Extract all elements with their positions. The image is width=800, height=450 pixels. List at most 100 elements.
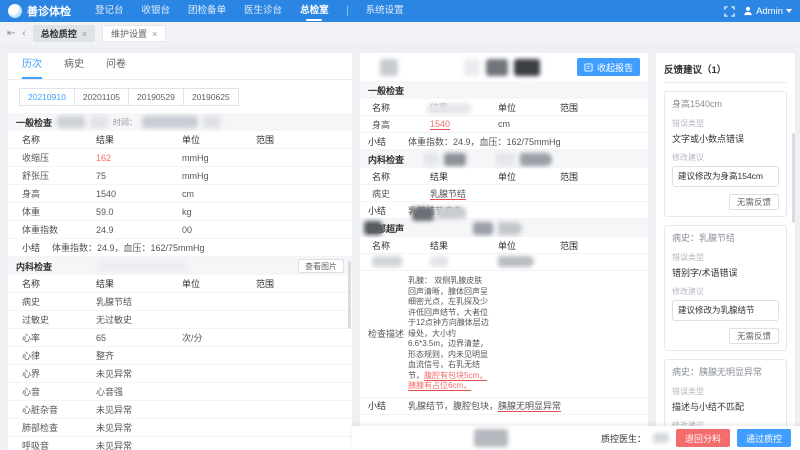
summary-text: 体重指数：24.9，血压：162/75mmHg bbox=[52, 241, 205, 254]
col-unit: 单位 bbox=[182, 133, 256, 146]
feedback-target: 病史：乳腺节结 bbox=[672, 233, 779, 244]
redacted-blob bbox=[423, 153, 439, 166]
exam-description-row: 检查描述 乳腺： 双侧乳腺皮肤回声清晰，腺体回声呈细密光点，左乳探及少许低回声结… bbox=[360, 271, 648, 398]
nav-item[interactable]: 医生诊台 bbox=[244, 0, 282, 22]
ultrasound-summary-row: 小结 乳腺结节，腹腔包块，胰腺无明显异常 bbox=[360, 398, 648, 415]
app-title: 善诊体检 bbox=[27, 3, 71, 19]
history-tab[interactable]: 病史 bbox=[64, 53, 84, 79]
nav-item[interactable]: 团检备单 bbox=[188, 0, 226, 22]
table-header-row: 名称 结果 单位 范围 bbox=[8, 275, 352, 293]
table-header-row: 名称 结果 单位 范围 bbox=[8, 131, 352, 149]
exam-date-chip[interactable]: 20210910 bbox=[19, 88, 75, 106]
exam-date-chip[interactable]: 20190529 bbox=[128, 88, 184, 106]
suggestion-textarea[interactable]: 建议修改为乳腺结节 bbox=[672, 300, 779, 321]
redacted-blob bbox=[436, 207, 466, 219]
nav-item[interactable]: 总检室 bbox=[300, 0, 329, 22]
table-header-row: 名称 结果 单位 范围 bbox=[360, 99, 648, 116]
report-header: 收起报告 bbox=[360, 53, 648, 81]
table-row: 病史 乳腺节结 bbox=[8, 293, 352, 311]
col-range: 范围 bbox=[256, 133, 344, 146]
close-icon[interactable]: × bbox=[82, 29, 87, 39]
dismiss-feedback-button[interactable]: 无需反馈 bbox=[729, 328, 779, 344]
internal-summary-row: 小结 乳腺结节病史 bbox=[360, 202, 648, 219]
row-name: 心音 bbox=[16, 385, 96, 398]
history-tab[interactable]: 问卷 bbox=[106, 53, 126, 79]
summary-label: 小结 bbox=[368, 399, 408, 412]
row-unit: cm bbox=[182, 189, 256, 199]
col-result: 结果 bbox=[430, 101, 498, 114]
history-panel: 历次 病史 问卷 20210910 20201105 20190529 2019… bbox=[8, 53, 352, 450]
summary-label: 小结 bbox=[368, 204, 408, 217]
collapse-report-label: 收起报告 bbox=[597, 61, 633, 74]
section-title: 一般检查 bbox=[16, 116, 52, 129]
error-type-label: 错误类型 bbox=[672, 252, 779, 263]
suggestion-textarea[interactable]: 建议修改为身高154cm bbox=[672, 166, 779, 187]
row-result: 162 bbox=[96, 153, 182, 163]
row-result: 1540 bbox=[96, 189, 182, 199]
redacted-blob bbox=[474, 429, 508, 447]
row-name: 心律 bbox=[16, 349, 96, 362]
exam-date-chip[interactable]: 20201105 bbox=[74, 88, 129, 106]
qc-footer-bar: 质控医生： 退回分科 通过质控 bbox=[352, 426, 800, 450]
nav-item[interactable]: 收银台 bbox=[142, 0, 171, 22]
desc-label: 检查描述 bbox=[368, 327, 408, 340]
error-type-label: 错误类型 bbox=[672, 386, 779, 397]
scrollbar[interactable] bbox=[792, 133, 795, 223]
table-row: 心音 心音强 bbox=[8, 383, 352, 401]
row-result: 心音强 bbox=[96, 385, 182, 398]
col-unit: 单位 bbox=[498, 101, 560, 114]
navbar-right: Admin bbox=[724, 6, 792, 17]
reject-button[interactable]: 退回分科 bbox=[676, 429, 730, 447]
app-brand: 善诊体检 bbox=[8, 3, 71, 19]
workspace-tab[interactable]: 维护设置 × bbox=[102, 25, 166, 42]
internal-table: 病史 乳腺节结 过敏史 无过敏史 心率 65 次/分 bbox=[8, 293, 352, 450]
redacted-blob bbox=[514, 59, 540, 76]
table-row: 病史 乳腺节结 bbox=[360, 185, 648, 202]
nav-item-settings[interactable]: 系统设置 bbox=[366, 0, 404, 22]
fullscreen-icon[interactable] bbox=[724, 6, 735, 17]
row-result: 乳腺节结 bbox=[430, 187, 498, 200]
view-image-button[interactable]: 查看图片 bbox=[298, 259, 344, 273]
approve-button[interactable]: 通过质控 bbox=[737, 429, 791, 447]
time-label: 时间： bbox=[113, 117, 137, 128]
feedback-target: 病史：胰腺无明显异常 bbox=[672, 367, 779, 378]
col-range: 范围 bbox=[256, 277, 344, 290]
exam-date-chip[interactable]: 20190625 bbox=[183, 88, 239, 106]
history-tab[interactable]: 历次 bbox=[22, 53, 42, 79]
redacted-blob bbox=[444, 153, 466, 166]
collapse-tabs-icon[interactable]: ⇤ bbox=[7, 29, 15, 39]
close-icon[interactable]: × bbox=[152, 29, 157, 39]
back-icon[interactable]: ‹ bbox=[22, 29, 25, 39]
section-general-header: 一般检查 时间： bbox=[8, 113, 352, 131]
row-name: 收缩压 bbox=[16, 151, 96, 164]
section-internal-header: 内科检查 bbox=[360, 150, 648, 168]
nav-item[interactable]: 登记台 bbox=[95, 0, 124, 22]
redacted-blob bbox=[142, 116, 198, 128]
tab-label: 总检质控 bbox=[41, 27, 77, 40]
report-panel: 收起报告 一般检查 名称 结果 单位 范围 身高 1540 cm 小结 体重指数… bbox=[360, 53, 648, 450]
main-content: 历次 病史 问卷 20210910 20201105 20190529 2019… bbox=[0, 45, 800, 450]
general-table: 收缩压 162 mmHg 舒张压 75 mmHg 身高 1540 cm bbox=[8, 149, 352, 239]
row-result: 未见异常 bbox=[96, 367, 182, 380]
workspace-tabbar: ⇤ ‹ 总检质控 × 维护设置 × bbox=[0, 22, 800, 45]
flagged-summary-text: 胰腺无明显异常 bbox=[498, 401, 561, 411]
row-name: 体重 bbox=[16, 205, 96, 218]
collapse-report-button[interactable]: 收起报告 bbox=[577, 58, 640, 76]
summary-text: 乳腺结节，腹腔包块，胰腺无明显异常 bbox=[408, 399, 561, 412]
table-row: 收缩压 162 mmHg bbox=[8, 149, 352, 167]
table-row: 心界 未见异常 bbox=[8, 365, 352, 383]
admin-menu[interactable]: Admin bbox=[743, 6, 792, 17]
redacted-blob bbox=[653, 433, 669, 443]
report-icon bbox=[584, 63, 593, 72]
scrollbar[interactable] bbox=[348, 261, 351, 329]
row-result bbox=[430, 256, 498, 269]
summary-label: 小结 bbox=[368, 135, 408, 148]
row-unit: 次/分 bbox=[182, 331, 256, 344]
general-summary-row: 小结 体重指数：24.9，血压：162/75mmHg bbox=[8, 239, 352, 257]
exam-date-list: 20210910 20201105 20190529 20190625 bbox=[8, 80, 352, 113]
row-result: 65 bbox=[96, 333, 182, 343]
workspace-tab[interactable]: 总检质控 × bbox=[33, 25, 95, 42]
redacted-blob bbox=[495, 153, 515, 166]
dismiss-feedback-button[interactable]: 无需反馈 bbox=[729, 194, 779, 210]
col-result: 结果 bbox=[96, 277, 182, 290]
